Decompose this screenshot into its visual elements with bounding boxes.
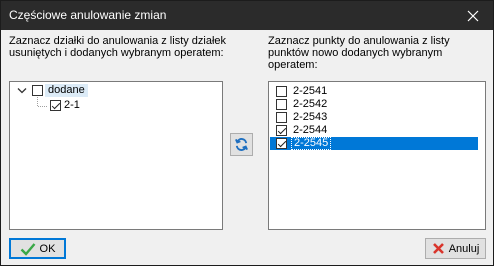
list-item[interactable]: 2-2543 <box>270 111 478 124</box>
list-item-checkbox[interactable] <box>276 112 287 123</box>
list-item[interactable]: 2-2542 <box>270 98 478 111</box>
list-item-checkbox[interactable] <box>276 86 287 97</box>
new-points-list[interactable]: 2-2541 2-2542 2-2543 2-2544 2-2545 <box>268 81 486 230</box>
list-item-label: 2-2543 <box>293 111 328 123</box>
title-bar[interactable]: Częściowe anulowanie zmian <box>1 1 493 30</box>
list-item-label: 2-2545 <box>291 137 332 150</box>
tree-connector <box>37 97 48 107</box>
list-item-checkbox[interactable] <box>276 138 287 149</box>
deleted-added-parcels-tree[interactable]: dodane 2-1 <box>9 81 223 230</box>
right-instruction: Zaznacz punkty do anulowania z listy pun… <box>268 35 450 71</box>
list-item-label: 2-2542 <box>293 98 328 110</box>
list-item-checkbox[interactable] <box>276 125 287 136</box>
ok-button[interactable]: OK <box>9 238 66 259</box>
close-button[interactable] <box>453 1 493 30</box>
list-item[interactable]: 2-2541 <box>270 85 478 98</box>
refresh-icon <box>235 138 248 151</box>
x-icon <box>432 243 444 254</box>
tree-label-2-1[interactable]: 2-1 <box>64 99 80 112</box>
left-instruction: Zaznacz działki do anulowania z listy dz… <box>9 35 227 59</box>
tree-checkbox-2-1[interactable] <box>50 100 61 111</box>
list-item-label: 2-2541 <box>293 85 328 97</box>
list-item[interactable]: 2-2544 <box>270 124 478 137</box>
refresh-button[interactable] <box>230 133 253 156</box>
cancel-button[interactable]: Anuluj <box>425 238 486 259</box>
close-icon <box>467 10 479 21</box>
ok-button-label: OK <box>39 242 56 255</box>
list-item-checkbox[interactable] <box>276 99 287 110</box>
dialog-window: Częściowe anulowanie zmian Zaznacz dział… <box>0 0 494 266</box>
list-item-label: 2-2544 <box>293 124 328 136</box>
window-title: Częściowe anulowanie zmian <box>9 8 167 22</box>
cancel-button-label: Anuluj <box>448 242 480 255</box>
list-item-selected[interactable]: 2-2545 <box>270 137 478 150</box>
check-icon <box>20 242 35 256</box>
